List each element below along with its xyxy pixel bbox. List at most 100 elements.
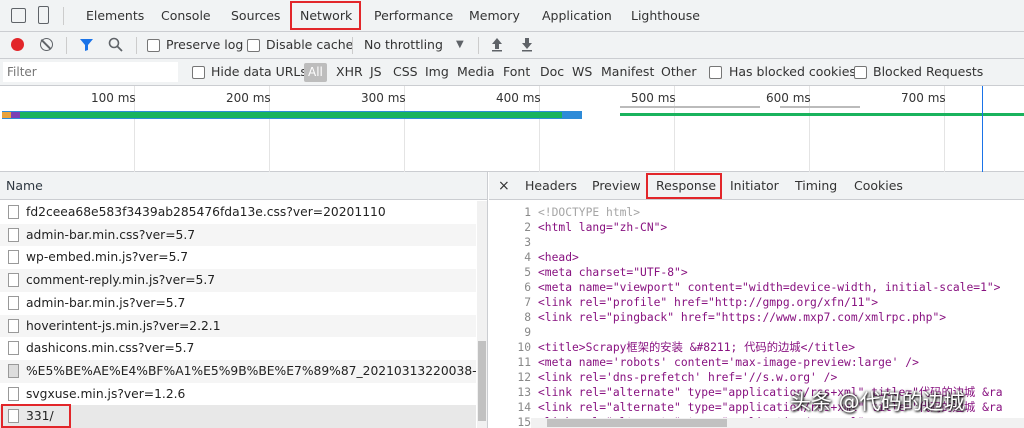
tick-label: 100 ms bbox=[91, 91, 136, 105]
list-item[interactable]: 331/ bbox=[0, 405, 476, 428]
network-tab-highlight bbox=[290, 1, 361, 30]
list-item[interactable]: svgxuse.min.js?ver=1.2.6 bbox=[0, 383, 476, 406]
response-horizontal-scrollbar[interactable] bbox=[531, 418, 1024, 428]
file-icon bbox=[8, 250, 19, 265]
request-name: comment-reply.min.js?ver=5.7 bbox=[26, 273, 216, 288]
inspect-element-icon[interactable] bbox=[11, 8, 26, 23]
throttling-select[interactable]: No throttling bbox=[364, 37, 443, 52]
list-item[interactable]: fd2ceea68e583f3439ab285476fda13e.css?ver… bbox=[0, 201, 476, 224]
file-icon bbox=[8, 227, 19, 242]
request-name: fd2ceea68e583f3439ab285476fda13e.css?ver… bbox=[26, 205, 386, 219]
tab-memory[interactable]: Memory bbox=[469, 0, 520, 31]
overview-bar-download bbox=[20, 112, 562, 118]
scrollbar-thumb[interactable] bbox=[547, 419, 727, 427]
search-icon[interactable] bbox=[108, 37, 123, 52]
dropdown-arrow-icon[interactable]: ▼ bbox=[456, 39, 464, 50]
file-icon bbox=[8, 273, 19, 288]
request-name: svgxuse.min.js?ver=1.2.6 bbox=[26, 386, 186, 401]
response-tab-highlight bbox=[646, 173, 722, 199]
preserve-log-label: Preserve log bbox=[166, 37, 244, 52]
has-blocked-cookies-label: Has blocked cookies bbox=[729, 64, 856, 79]
file-icon bbox=[8, 386, 19, 401]
filter-bar: Hide data URLs All XHR JS CSS Img Media … bbox=[0, 59, 1024, 86]
tab-timing[interactable]: Timing bbox=[795, 172, 837, 200]
list-item[interactable]: %E5%BE%AE%E4%BF%A1%E5%9B%BE%E7%89%87_202… bbox=[0, 359, 476, 383]
type-filter-manifest[interactable]: Manifest bbox=[601, 64, 654, 79]
dom-content-loaded-marker bbox=[982, 86, 983, 172]
tab-headers[interactable]: Headers bbox=[525, 172, 577, 200]
import-har-icon[interactable] bbox=[490, 37, 504, 52]
tab-preview[interactable]: Preview bbox=[592, 172, 641, 200]
filter-input[interactable] bbox=[3, 62, 178, 82]
request-name: admin-bar.min.css?ver=5.7 bbox=[26, 227, 196, 242]
overview-bar-other bbox=[11, 112, 20, 118]
selected-request-highlight bbox=[1, 404, 71, 428]
disable-cache-checkbox[interactable] bbox=[247, 39, 260, 52]
tick-label: 600 ms bbox=[766, 91, 811, 105]
request-name: wp-embed.min.js?ver=5.7 bbox=[26, 250, 189, 265]
list-item[interactable]: comment-reply.min.js?ver=5.7 bbox=[0, 269, 476, 292]
name-column-header[interactable]: Name bbox=[0, 172, 487, 200]
type-filter-xhr[interactable]: XHR bbox=[336, 64, 363, 79]
list-item[interactable]: admin-bar.min.css?ver=5.7 bbox=[0, 223, 476, 247]
tab-performance[interactable]: Performance bbox=[374, 0, 453, 31]
tick-label: 300 ms bbox=[361, 91, 406, 105]
hide-data-urls-checkbox[interactable] bbox=[192, 66, 205, 79]
overview-bar-gray bbox=[620, 106, 760, 108]
filter-icon[interactable] bbox=[79, 37, 94, 52]
tab-initiator[interactable]: Initiator bbox=[730, 172, 779, 200]
type-filter-other[interactable]: Other bbox=[661, 64, 697, 79]
request-name: %E5%BE%AE%E4%BF%A1%E5%9B%BE%E7%89%87_202… bbox=[26, 363, 476, 378]
tab-application[interactable]: Application bbox=[542, 0, 612, 31]
file-icon bbox=[8, 341, 19, 356]
disable-cache-label: Disable cache bbox=[266, 37, 354, 52]
detail-tabs: × Headers Preview Response Initiator Tim… bbox=[489, 172, 1024, 200]
tick-label: 200 ms bbox=[226, 91, 271, 105]
type-filter-ws[interactable]: WS bbox=[572, 64, 592, 79]
tab-console[interactable]: Console bbox=[161, 0, 211, 31]
overview-bar-script bbox=[2, 112, 11, 118]
list-item[interactable]: dashicons.min.css?ver=5.7 bbox=[0, 337, 476, 360]
timeline-overview[interactable]: 100 ms 200 ms 300 ms 400 ms 500 ms 600 m… bbox=[0, 86, 1024, 172]
request-list-scrollbar[interactable] bbox=[477, 201, 487, 428]
blocked-requests-label: Blocked Requests bbox=[873, 64, 984, 79]
type-filter-img[interactable]: Img bbox=[425, 64, 449, 79]
hide-data-urls-label: Hide data URLs bbox=[211, 64, 307, 79]
tick-label: 700 ms bbox=[901, 91, 946, 105]
tab-sources[interactable]: Sources bbox=[231, 0, 280, 31]
network-toolbar: Preserve log Disable cache No throttling… bbox=[0, 32, 1024, 59]
devtools-top-bar: Elements Console Sources Network Perform… bbox=[0, 0, 1024, 32]
preserve-log-checkbox[interactable] bbox=[147, 39, 160, 52]
scrollbar-thumb[interactable] bbox=[478, 341, 486, 421]
watermark: 头条 @代码的边城 bbox=[790, 390, 965, 414]
overview-bar-late bbox=[620, 113, 1024, 116]
tick-label: 400 ms bbox=[496, 91, 541, 105]
tab-elements[interactable]: Elements bbox=[86, 0, 144, 31]
tab-cookies[interactable]: Cookies bbox=[854, 172, 903, 200]
export-har-icon[interactable] bbox=[520, 37, 534, 52]
image-file-icon bbox=[8, 363, 19, 378]
request-list: Name fd2ceea68e583f3439ab285476fda13e.cs… bbox=[0, 172, 488, 428]
type-filter-doc[interactable]: Doc bbox=[540, 64, 564, 79]
type-filter-media[interactable]: Media bbox=[457, 64, 495, 79]
file-icon bbox=[8, 295, 19, 310]
type-filter-css[interactable]: CSS bbox=[393, 64, 418, 79]
type-filter-all[interactable]: All bbox=[304, 63, 327, 82]
request-name: hoverintent-js.min.js?ver=2.2.1 bbox=[26, 318, 221, 333]
list-item[interactable]: wp-embed.min.js?ver=5.7 bbox=[0, 246, 476, 269]
list-item[interactable]: admin-bar.min.js?ver=5.7 bbox=[0, 292, 476, 315]
record-icon[interactable] bbox=[11, 38, 24, 51]
type-filter-js[interactable]: JS bbox=[370, 64, 382, 79]
file-icon bbox=[8, 318, 19, 333]
list-item[interactable]: hoverintent-js.min.js?ver=2.2.1 bbox=[0, 314, 476, 338]
close-icon[interactable]: × bbox=[498, 172, 510, 200]
device-toolbar-icon[interactable] bbox=[38, 6, 49, 24]
has-blocked-cookies-checkbox[interactable] bbox=[709, 66, 722, 79]
blocked-requests-checkbox[interactable] bbox=[854, 66, 867, 79]
type-filter-font[interactable]: Font bbox=[503, 64, 530, 79]
overview-bar-gray bbox=[780, 106, 860, 108]
tab-lighthouse[interactable]: Lighthouse bbox=[631, 0, 700, 31]
request-name: dashicons.min.css?ver=5.7 bbox=[26, 341, 195, 356]
tick-label: 500 ms bbox=[631, 91, 676, 105]
file-icon bbox=[8, 205, 19, 219]
